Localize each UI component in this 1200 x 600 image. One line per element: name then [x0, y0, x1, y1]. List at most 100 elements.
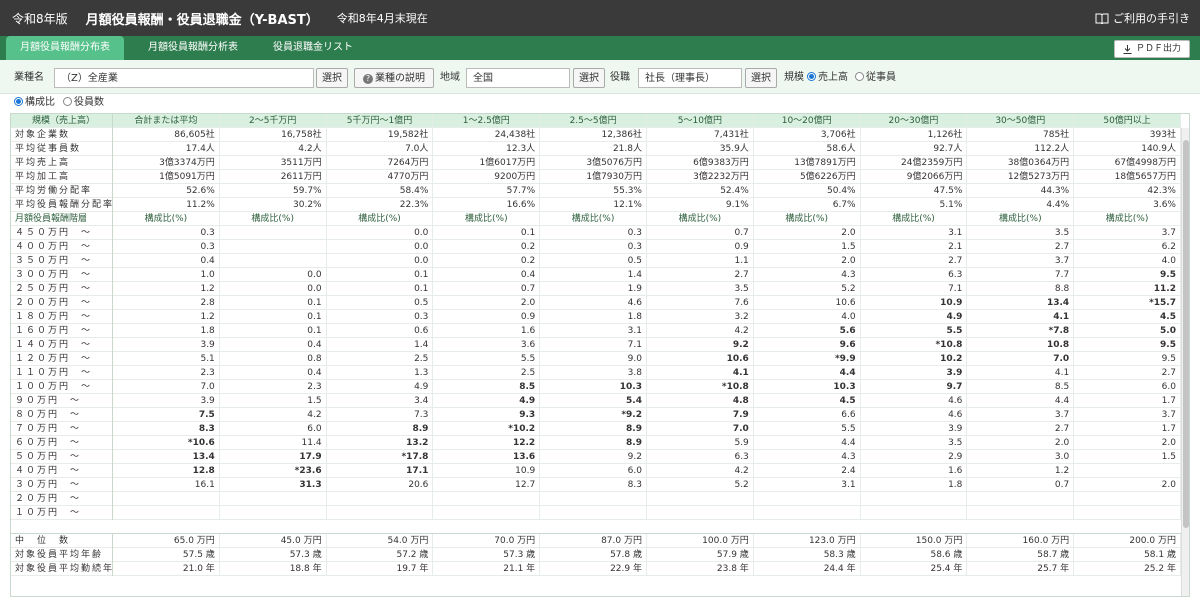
- table-cell: 2.7: [1074, 366, 1181, 380]
- table-cell: 4.6: [861, 408, 968, 422]
- table-cell: [861, 506, 968, 520]
- summary-row: 平均加工高 1億5091万円 2611万円 4770万円 9200万円 1億7930万円 3…: [11, 170, 1181, 184]
- table-cell: 0.3: [327, 310, 434, 324]
- table-cell: 1億6017万円: [433, 156, 541, 170]
- table-cell: 2.5: [433, 366, 541, 380]
- industry-help-label: 業種の説明: [375, 73, 425, 84]
- pdf-export-button[interactable]: ＰＤＦ出力: [1113, 40, 1190, 58]
- industry-field[interactable]: （Z）全産業: [54, 68, 314, 88]
- radio-unchecked-icon: [63, 97, 72, 106]
- table-cell: 42.3%: [1074, 184, 1181, 198]
- table-cell: 35.9人: [647, 142, 754, 156]
- table-cell: 17.4人: [113, 142, 220, 156]
- table-cell: 12.7: [433, 478, 541, 492]
- table-cell: 12.2: [433, 436, 541, 450]
- mode-officer-count-label: 役員数: [74, 97, 104, 108]
- table-cell: 5.0: [1074, 324, 1181, 338]
- table-cell: 2.4: [754, 464, 861, 478]
- table-cell: [113, 506, 220, 520]
- distribution-row: １４０万円 ～ 3.9 0.4 1.4 3.6 7.1 9.2 9.6 *10.8 10.8 9.5: [11, 338, 1181, 352]
- help-link[interactable]: ご利用の手引き: [1095, 0, 1190, 36]
- region-field[interactable]: 全国: [466, 68, 570, 88]
- table-cell: 3.7: [967, 254, 1075, 268]
- distribution-row: ３５０万円 ～ 0.4 0.0 0.2 0.5 1.1 2.0 2.7 3.7 4.0: [11, 254, 1181, 268]
- table-cell: 4770万円: [327, 170, 434, 184]
- row-label: ２００万円 ～: [11, 296, 113, 310]
- table-spacer: [11, 520, 1181, 534]
- table-cell: [754, 492, 861, 506]
- table-cell: 0.0: [327, 240, 434, 254]
- table-cell: 6.0: [1074, 380, 1181, 394]
- table-cell: 2.5～5億円: [540, 114, 647, 128]
- table-cell: 57.5 歳: [113, 548, 220, 562]
- table-cell: 7.1: [540, 338, 647, 352]
- mode-officer-count[interactable]: 役員数: [63, 94, 104, 112]
- row-label: 平均売上高: [11, 156, 113, 170]
- table-cell: 2.0: [1074, 436, 1181, 450]
- industry-select-button[interactable]: 選択: [316, 68, 348, 88]
- table-cell: 2611万円: [220, 170, 327, 184]
- table-cell: 0.4: [220, 338, 327, 352]
- tab-salary-distribution[interactable]: 月額役員報酬分布表: [6, 36, 124, 60]
- table-cell: 0.4: [220, 366, 327, 380]
- table-cell: 4.6: [861, 394, 968, 408]
- table-cell: 構成比(%): [327, 212, 434, 226]
- table-cell: 3.7: [1074, 408, 1181, 422]
- table-cell: 47.5%: [861, 184, 968, 198]
- table-cell: 19,582社: [327, 128, 434, 142]
- table-cell: 0.5: [540, 254, 647, 268]
- tab-retirement-list[interactable]: 役員退職金リスト: [258, 36, 368, 60]
- row-label: 月額役員報酬階層: [11, 212, 113, 226]
- table-cell: 1.5: [754, 240, 861, 254]
- table-cell: 21.8人: [540, 142, 647, 156]
- table-cell: 3.9: [113, 394, 220, 408]
- table-scrollbar[interactable]: [1181, 128, 1189, 596]
- scroll-thumb[interactable]: [1183, 140, 1189, 528]
- position-field[interactable]: 社長（理事長）: [638, 68, 742, 88]
- row-label: ３００万円 ～: [11, 268, 113, 282]
- table-cell: 7264万円: [327, 156, 434, 170]
- table-cell: 9.5: [1074, 352, 1181, 366]
- table-cell: 0.1: [220, 324, 327, 338]
- table-cell: 1.5: [1074, 450, 1181, 464]
- tab-salary-analysis[interactable]: 月額役員報酬分析表: [134, 36, 252, 60]
- table-cell: 58.6人: [754, 142, 861, 156]
- table-cell: 3.9: [861, 422, 968, 436]
- distribution-row: ４０万円 ～ 12.8 *23.6 17.1 10.9 6.0 4.2 2.4 1.6 1.2: [11, 464, 1181, 478]
- position-select-button[interactable]: 選択: [745, 68, 777, 88]
- table-cell: 58.1 歳: [1074, 548, 1181, 562]
- table-cell: 8.8: [967, 282, 1075, 296]
- scale-option-sales[interactable]: 売上高: [807, 68, 848, 88]
- region-select-button[interactable]: 選択: [573, 68, 605, 88]
- summary-row: 平均従事員数 17.4人 4.2人 7.0人 12.3人 21.8人 35.9人 58.6人 9…: [11, 142, 1181, 156]
- table-cell: 3.7: [1074, 226, 1181, 240]
- table-cell: 57.7%: [433, 184, 541, 198]
- table-cell: [647, 506, 754, 520]
- table-cell: 87.0 万円: [540, 534, 647, 548]
- table-cell: 3.5: [861, 436, 968, 450]
- table-cell: 9.5: [1074, 338, 1181, 352]
- scale-option-employees[interactable]: 従事員: [855, 68, 896, 88]
- table-cell: 5.1%: [861, 198, 968, 212]
- mode-composition[interactable]: 構成比: [14, 94, 55, 112]
- table-cell: 2～5千万円: [220, 114, 327, 128]
- table-cell: 3.9: [861, 366, 968, 380]
- table-cell: 123.0 万円: [754, 534, 861, 548]
- table-cell: 17.9: [220, 450, 327, 464]
- table-cell: 7.7: [967, 268, 1075, 282]
- table-cell: [220, 254, 327, 268]
- table-cell: 2.8: [113, 296, 220, 310]
- table-cell: 4.4: [967, 394, 1075, 408]
- table-cell: 12億5273万円: [967, 170, 1075, 184]
- table-cell: 5億6226万円: [754, 170, 861, 184]
- row-label: 規模（売上高）: [11, 114, 113, 128]
- table-cell: 3.8: [540, 366, 647, 380]
- table-cell: 0.1: [327, 282, 434, 296]
- table-cell: 構成比(%): [861, 212, 968, 226]
- table-cell: 2.7: [647, 268, 754, 282]
- industry-help-button[interactable]: ? 業種の説明: [354, 68, 434, 88]
- footer-row: 中 位 数 65.0 万円 45.0 万円 54.0 万円 70.0 万円 87.0 万円…: [11, 534, 1181, 548]
- row-label: １６０万円 ～: [11, 324, 113, 338]
- table-cell: 構成比(%): [113, 212, 220, 226]
- row-label: 平均役員報酬分配率: [11, 198, 113, 212]
